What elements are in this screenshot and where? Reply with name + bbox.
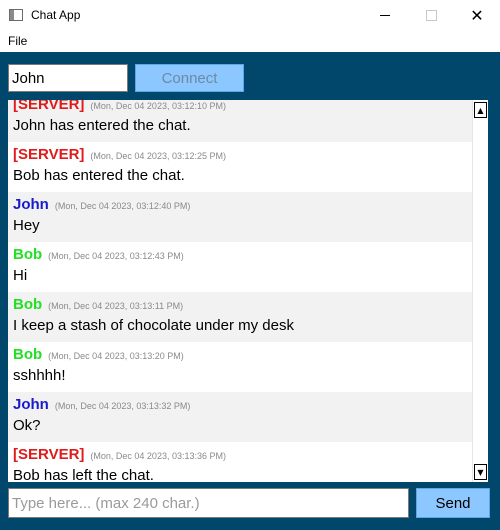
main-panel: Connect [SERVER] (Mon, Dec 04 2023, 03:12… — [0, 52, 500, 530]
message-header: Bob (Mon, Dec 04 2023, 03:13:20 PM) — [13, 346, 472, 366]
message-text: Hey — [13, 217, 40, 234]
username-input[interactable] — [8, 64, 128, 92]
close-button[interactable]: ✕ — [454, 0, 500, 30]
message-sender: [SERVER] — [13, 446, 85, 463]
menu-file[interactable]: File — [8, 34, 27, 48]
message-sender: Bob — [13, 346, 43, 363]
chat-message: [SERVER] (Mon, Dec 04 2023, 03:13:36 PM) B… — [8, 442, 472, 482]
close-icon: ✕ — [470, 5, 484, 25]
scroll-up-icon: ▲ — [477, 105, 484, 115]
message-timestamp: (Mon, Dec 04 2023, 03:13:11 PM) — [48, 301, 184, 311]
send-button[interactable]: Send — [416, 488, 490, 518]
message-header: Bob (Mon, Dec 04 2023, 03:13:11 PM) — [13, 296, 472, 316]
message-sender: John — [13, 196, 49, 213]
message-timestamp: (Mon, Dec 04 2023, 03:12:40 PM) — [54, 201, 191, 211]
chat-message: [SERVER] (Mon, Dec 04 2023, 03:12:25 PM) B… — [8, 142, 472, 192]
chat-log[interactable]: [SERVER] (Mon, Dec 04 2023, 03:12:10 PM) J… — [8, 100, 488, 482]
message-header: John (Mon, Dec 04 2023, 03:12:40 PM) — [13, 196, 472, 216]
message-timestamp: (Mon, Dec 04 2023, 03:13:36 PM) — [90, 451, 226, 461]
scroll-up-button[interactable]: ▲ — [474, 102, 487, 118]
chat-scrollbar[interactable]: ▲ ▼ — [472, 100, 488, 482]
maximize-button[interactable] — [408, 0, 454, 30]
message-sender: John — [13, 396, 49, 413]
message-list: [SERVER] (Mon, Dec 04 2023, 03:12:10 PM) J… — [8, 100, 472, 482]
message-timestamp: (Mon, Dec 04 2023, 03:12:43 PM) — [48, 251, 184, 261]
message-timestamp: (Mon, Dec 04 2023, 03:13:20 PM) — [48, 351, 184, 361]
message-sender: [SERVER] — [13, 100, 85, 113]
message-timestamp: (Mon, Dec 04 2023, 03:12:10 PM) — [90, 101, 226, 111]
window-title: Chat App — [31, 8, 81, 22]
chat-message: John (Mon, Dec 04 2023, 03:12:40 PM) Hey — [8, 192, 472, 242]
message-header: [SERVER] (Mon, Dec 04 2023, 03:12:10 PM) — [13, 100, 472, 116]
scroll-down-icon: ▼ — [477, 467, 484, 477]
message-sender: Bob — [13, 296, 43, 313]
message-header: John (Mon, Dec 04 2023, 03:13:32 PM) — [13, 396, 472, 416]
chat-message: Bob (Mon, Dec 04 2023, 03:13:11 PM) I keep… — [8, 292, 472, 342]
message-header: [SERVER] (Mon, Dec 04 2023, 03:12:25 PM) — [13, 146, 472, 166]
chat-message: [SERVER] (Mon, Dec 04 2023, 03:12:10 PM) J… — [8, 100, 472, 142]
message-sender: Bob — [13, 246, 43, 263]
chat-message: Bob (Mon, Dec 04 2023, 03:12:43 PM) Hi — [8, 242, 472, 292]
message-header: Bob (Mon, Dec 04 2023, 03:12:43 PM) — [13, 246, 472, 266]
window-controls: ✕ — [362, 0, 500, 30]
message-text: sshhhh! — [13, 367, 66, 384]
message-text: Bob has left the chat. — [13, 467, 154, 482]
maximize-icon — [425, 9, 437, 21]
message-text: Hi — [13, 267, 28, 284]
chat-message: Bob (Mon, Dec 04 2023, 03:13:20 PM) sshhhh… — [8, 342, 472, 392]
connect-button[interactable]: Connect — [135, 64, 244, 92]
title-bar: Chat App ✕ — [0, 0, 500, 30]
message-header: [SERVER] (Mon, Dec 04 2023, 03:13:36 PM) — [13, 446, 472, 466]
scroll-thumb[interactable] — [476, 120, 485, 156]
message-timestamp: (Mon, Dec 04 2023, 03:12:25 PM) — [90, 151, 226, 161]
message-input[interactable] — [8, 488, 409, 518]
message-text: John has entered the chat. — [13, 117, 191, 134]
message-text: Bob has entered the chat. — [13, 167, 185, 184]
scroll-down-button[interactable]: ▼ — [474, 464, 487, 480]
message-text: Ok? — [13, 417, 41, 434]
menu-bar: File — [0, 30, 500, 52]
message-text: I keep a stash of chocolate under my des… — [13, 317, 294, 334]
chat-message: John (Mon, Dec 04 2023, 03:13:32 PM) Ok? — [8, 392, 472, 442]
minimize-button[interactable] — [362, 0, 408, 30]
minimize-icon — [380, 14, 390, 16]
message-timestamp: (Mon, Dec 04 2023, 03:13:32 PM) — [54, 401, 191, 411]
app-window-icon — [9, 9, 23, 21]
message-sender: [SERVER] — [13, 146, 85, 163]
